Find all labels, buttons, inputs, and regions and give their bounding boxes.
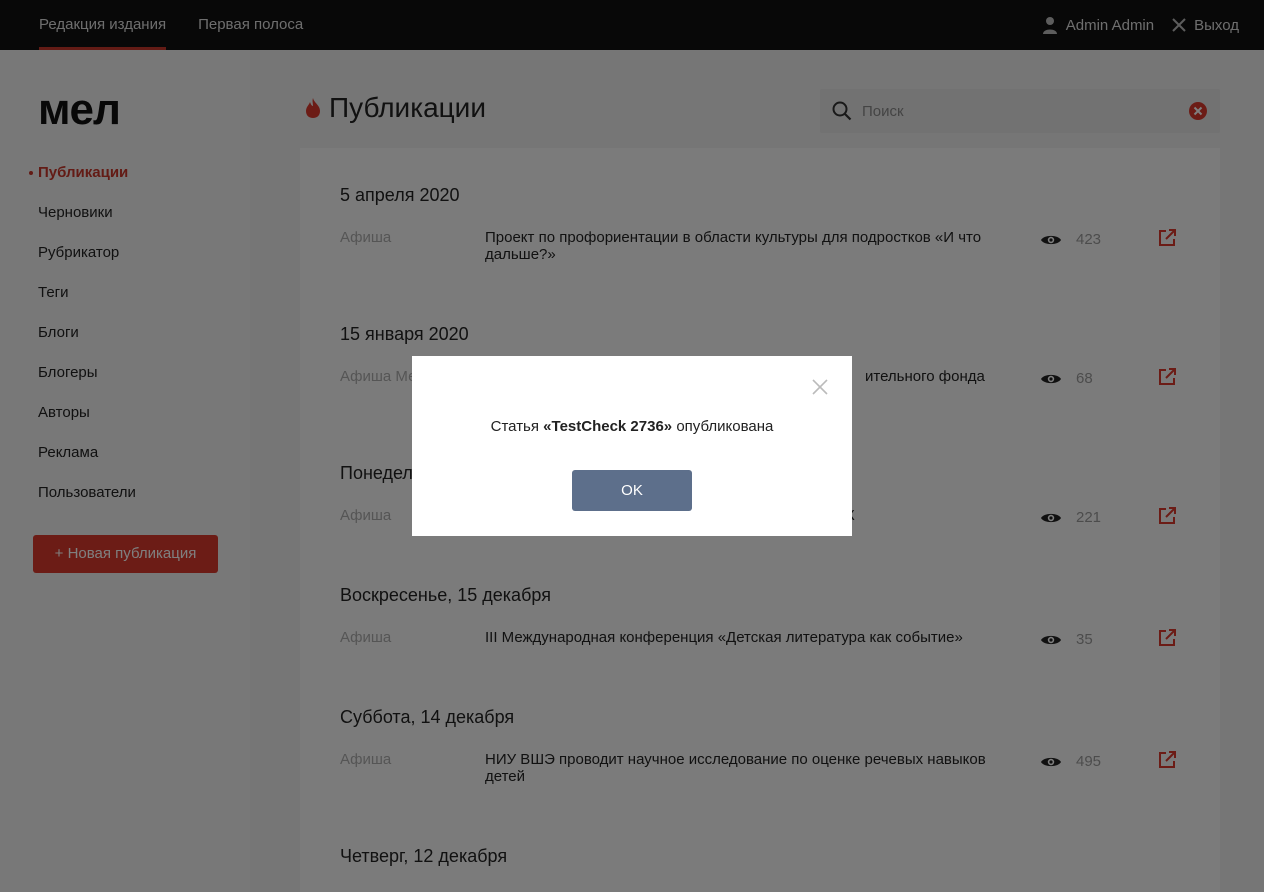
article-name: «TestCheck 2736» [543, 418, 673, 435]
close-icon[interactable] [812, 379, 828, 395]
message-prefix: Статья [490, 418, 544, 435]
ok-button[interactable]: OK [572, 470, 692, 511]
message-suffix: опубликована [672, 418, 774, 435]
publish-confirmation-dialog: Статья «TestCheck 2736» опубликована OK [412, 356, 852, 536]
dialog-message: Статья «TestCheck 2736» опубликована [412, 418, 852, 435]
